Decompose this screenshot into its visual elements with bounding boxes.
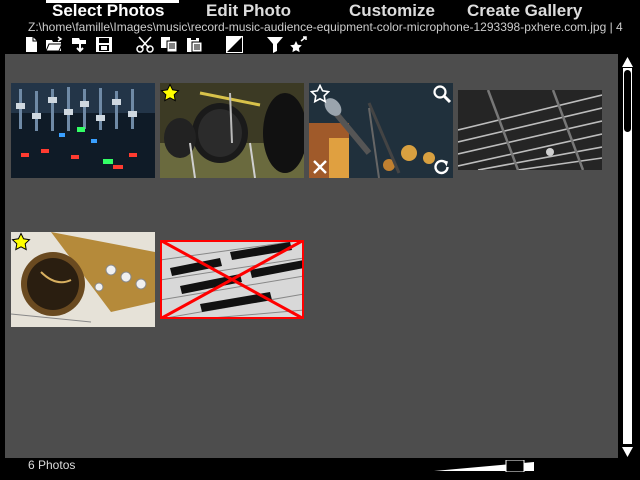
photo-thumbnail[interactable]: [160, 240, 304, 319]
cut-icon[interactable]: [136, 36, 154, 53]
guitar-strings-image: [458, 90, 602, 170]
zoom-handle[interactable]: [505, 460, 525, 472]
copy-icon[interactable]: [160, 36, 178, 53]
toolbar: [0, 34, 640, 54]
tab-customize[interactable]: Customize: [343, 0, 441, 20]
open-folder-icon[interactable]: [45, 36, 63, 53]
photo-thumbnail[interactable]: [11, 83, 155, 178]
scroll-thumb[interactable]: [624, 70, 631, 132]
star-outline-icon[interactable]: [310, 84, 330, 104]
drum-kit-image: [160, 83, 304, 178]
contrast-icon[interactable]: [225, 36, 243, 53]
star-icon[interactable]: [160, 83, 180, 103]
deleted-mark-icon: [160, 240, 304, 319]
photo-thumbnail[interactable]: [160, 83, 304, 178]
photo-thumbnail[interactable]: [458, 90, 602, 170]
tab-select-photos[interactable]: Select Photos: [46, 0, 179, 20]
current-path: Z:\home\famille\Images\music\record-musi…: [28, 20, 623, 34]
filter-icon[interactable]: [266, 36, 284, 53]
save-icon[interactable]: [95, 36, 113, 53]
vertical-scrollbar[interactable]: [619, 54, 636, 458]
scroll-track[interactable]: [623, 68, 632, 444]
photo-thumbnail[interactable]: [309, 83, 453, 178]
delete-x-icon[interactable]: [310, 157, 330, 177]
star-icon[interactable]: [11, 232, 31, 252]
new-file-icon[interactable]: [22, 36, 40, 53]
tab-create-gallery[interactable]: Create Gallery: [461, 0, 588, 20]
photo-thumbnail[interactable]: [11, 232, 155, 327]
photo-grid: [5, 54, 618, 458]
tab-edit-photo[interactable]: Edit Photo: [200, 0, 297, 20]
status-bar: 6 Photos: [0, 458, 640, 480]
import-icon[interactable]: [71, 36, 89, 53]
photo-count: 6 Photos: [28, 458, 76, 472]
main-tabs: Select Photos Edit Photo Customize Creat…: [0, 0, 640, 20]
rotate-icon[interactable]: [432, 157, 452, 177]
paste-icon[interactable]: [185, 36, 203, 53]
zoom-slider[interactable]: [434, 460, 534, 472]
saxophone-image: [11, 232, 155, 327]
scroll-down-icon[interactable]: [621, 445, 634, 457]
magnify-icon[interactable]: [432, 84, 452, 104]
scroll-up-icon[interactable]: [621, 55, 634, 67]
star-sparkle-icon[interactable]: [289, 36, 307, 53]
mixing-console-image: [11, 83, 155, 178]
